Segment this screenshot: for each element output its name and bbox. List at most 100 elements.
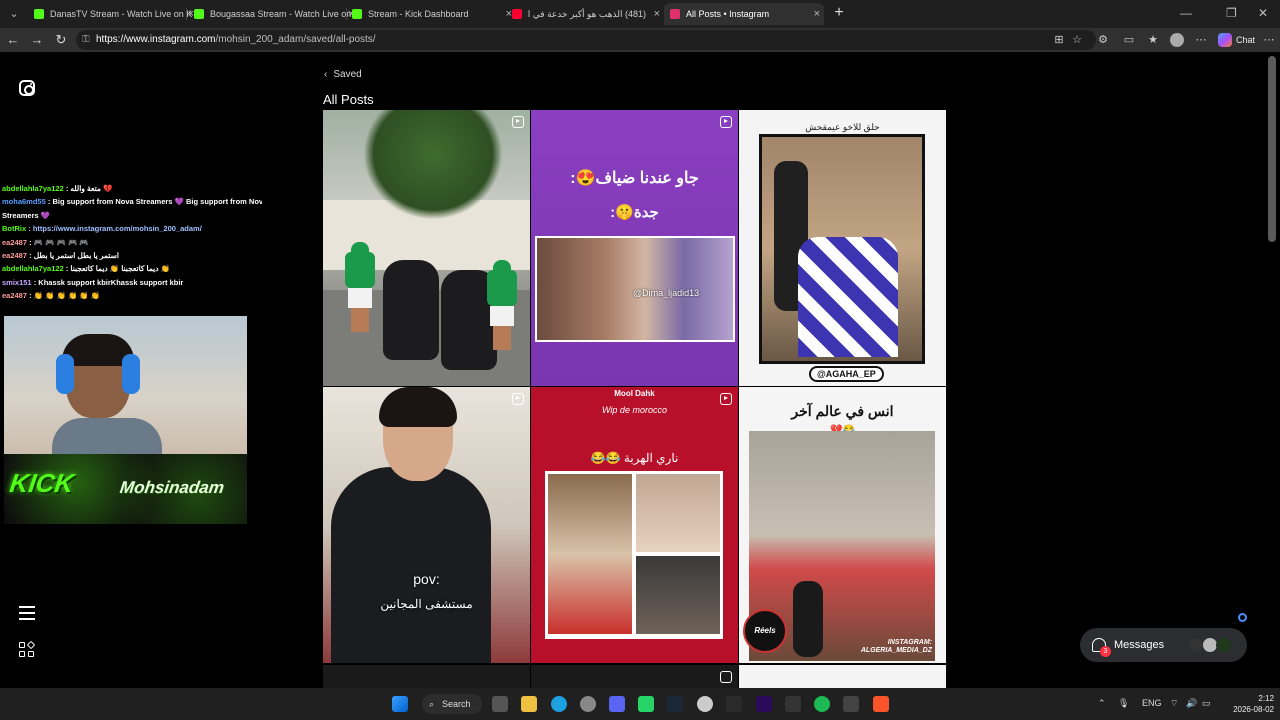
close-icon[interactable]: × bbox=[654, 3, 660, 25]
edge-icon[interactable] bbox=[551, 696, 567, 712]
more-options-icon[interactable]: ⋯ bbox=[1262, 33, 1276, 47]
tray-chevron-icon[interactable]: ⌃ bbox=[1098, 698, 1106, 709]
saved-posts-grid: جاو عندنا ضياف😍: جدة🤫: @Dima_ljadid13 حل… bbox=[323, 110, 947, 689]
kick-logo-text: KICK bbox=[7, 468, 76, 498]
split-screen-icon[interactable]: ▭ bbox=[1122, 33, 1136, 47]
volume-icon[interactable]: 🔊 bbox=[1186, 698, 1197, 709]
saved-post[interactable] bbox=[323, 110, 530, 386]
app-icon[interactable] bbox=[843, 696, 859, 712]
tab-label: (481) الذهب هو أكبر خدعة في التاري bbox=[528, 9, 646, 19]
tab-kick-dashboard[interactable]: Stream - Kick Dashboard × bbox=[346, 3, 516, 25]
forward-arrow-icon[interactable]: → bbox=[29, 32, 45, 48]
app-available-icon[interactable]: ⊞ bbox=[1052, 33, 1066, 47]
microphone-icon[interactable]: 🎙 bbox=[1118, 698, 1129, 709]
copilot-icon bbox=[1218, 33, 1232, 47]
post-handle: @AGAHA_EP bbox=[809, 366, 884, 382]
taskbar-search[interactable]: ⌕ Search bbox=[422, 694, 482, 714]
back-to-saved-link[interactable]: ‹ Saved bbox=[324, 69, 362, 80]
close-window-icon[interactable]: ✕ bbox=[1258, 6, 1268, 20]
chat-message: abdellahla7ya122 : متعة والله 💔 bbox=[2, 184, 113, 193]
task-view-icon[interactable] bbox=[492, 696, 508, 712]
avatar bbox=[1216, 637, 1232, 653]
epic-games-icon[interactable] bbox=[726, 696, 742, 712]
youtube-favicon-icon bbox=[512, 9, 522, 19]
tab-list-chevron-icon[interactable]: ⌄ bbox=[6, 6, 22, 22]
language-indicator[interactable]: ENG bbox=[1142, 698, 1162, 708]
webcam-feed bbox=[4, 316, 247, 454]
reel-icon bbox=[720, 393, 732, 405]
messages-label: Messages bbox=[1114, 639, 1165, 651]
post-brand: Mool Dahk bbox=[614, 389, 655, 398]
copilot-chat-button[interactable]: Chat bbox=[1216, 31, 1255, 49]
discord-icon[interactable] bbox=[609, 696, 625, 712]
wifi-icon[interactable]: ⌔ bbox=[1170, 698, 1178, 709]
favorite-star-icon[interactable]: ☆ bbox=[1070, 33, 1084, 47]
tab-bougassaa[interactable]: Bougassaa Stream - Watch Live on × bbox=[188, 3, 358, 25]
new-tab-button[interactable]: + bbox=[830, 4, 848, 22]
file-explorer-icon[interactable] bbox=[521, 696, 537, 712]
saved-post[interactable]: Mool Dahk Wip de morocco ناري الهربة 😂😂 bbox=[531, 387, 738, 663]
whatsapp-icon[interactable] bbox=[638, 696, 654, 712]
back-arrow-icon[interactable]: ← bbox=[5, 32, 21, 48]
url-host: https://www.instagram.com bbox=[96, 34, 216, 45]
tab-label: DanasTV Stream - Watch Live on K bbox=[50, 9, 193, 19]
close-icon[interactable]: × bbox=[814, 3, 820, 25]
messages-button[interactable]: 3 Messages bbox=[1080, 628, 1247, 662]
chat-message: ea2487 : استمر يا بطل استمر يا بطل bbox=[2, 251, 119, 261]
extensions-icon[interactable]: ⚙ bbox=[1096, 33, 1110, 47]
stream-chat-overlay: abdellahla7ya122 : متعة والله 💔 moha6md5… bbox=[2, 182, 262, 303]
saved-post[interactable] bbox=[531, 665, 738, 689]
saved-post[interactable]: انس في عالم آخر😂💔 Réels INSTAGRAM:ALGERI… bbox=[739, 387, 946, 663]
battery-icon[interactable]: ▭ bbox=[1202, 698, 1211, 709]
chat-message: ea2487 : 🎮 🎮 🎮 🎮 🎮 bbox=[2, 237, 89, 247]
start-button[interactable] bbox=[392, 696, 408, 712]
reload-icon[interactable]: ↻ bbox=[53, 32, 69, 48]
tab-instagram[interactable]: All Posts • Instagram × bbox=[664, 3, 824, 25]
saved-post[interactable]: pov: مستشفى المجانين bbox=[323, 387, 530, 663]
favorites-icon[interactable]: ★ bbox=[1146, 33, 1160, 47]
windows-taskbar: ⌕ Search ⌃ 🎙 ENG ⌔ 🔊 ▭ 2:12 2026-08-02 bbox=[0, 688, 1280, 720]
post-caption: حلق للاخو عيمقحش bbox=[805, 122, 880, 132]
app-icon[interactable] bbox=[580, 696, 596, 712]
app-icon[interactable] bbox=[785, 696, 801, 712]
browser-toolbar: ← → ↻ ⚿ https://www.instagram.com/mohsin… bbox=[0, 28, 1280, 52]
saved-post[interactable]: حلق للاخو عيمقحش @AGAHA_EP bbox=[739, 110, 946, 386]
kick-favicon-icon bbox=[194, 9, 204, 19]
tab-youtube[interactable]: (481) الذهب هو أكبر خدعة في التاري × bbox=[506, 3, 664, 25]
kick-channel-banner: KICK Mohsinadam bbox=[4, 454, 247, 524]
back-label: Saved bbox=[333, 69, 362, 80]
instagram-logo-icon[interactable] bbox=[19, 80, 35, 96]
taskbar-clock[interactable]: 2:12 2026-08-02 bbox=[1222, 693, 1274, 715]
chat-label: Chat bbox=[1236, 35, 1256, 45]
tab-label: All Posts • Instagram bbox=[686, 9, 770, 19]
more-options-icon[interactable]: ⋯ bbox=[1194, 33, 1208, 47]
saved-post[interactable] bbox=[323, 665, 530, 689]
also-from-meta-icon[interactable] bbox=[19, 640, 36, 658]
address-bar[interactable]: ⚿ https://www.instagram.com/mohsin_200_a… bbox=[76, 30, 1096, 50]
post-caption: مستشفى المجانين bbox=[380, 597, 473, 611]
brave-icon[interactable] bbox=[873, 696, 889, 712]
steam-icon[interactable] bbox=[667, 696, 683, 712]
chat-message: smix151 : Khassk support kbirKhassk supp… bbox=[2, 277, 184, 287]
clock-date: 2026-08-02 bbox=[1233, 705, 1274, 714]
chat-message: BotRix : https://www.instagram.com/mohsi… bbox=[2, 224, 202, 234]
post-caption: جاو عندنا ضياف😍: bbox=[570, 170, 699, 187]
notification-dot bbox=[1238, 613, 1247, 622]
page-scrollbar[interactable] bbox=[1268, 56, 1276, 242]
search-label: Search bbox=[442, 699, 471, 709]
app-icon[interactable] bbox=[697, 696, 713, 712]
spotify-icon[interactable] bbox=[814, 696, 830, 712]
site-info-icon[interactable]: ⚿ bbox=[82, 30, 90, 50]
page-title: All Posts bbox=[323, 92, 374, 107]
restore-icon[interactable]: ❐ bbox=[1226, 6, 1237, 20]
chat-message: moha6md55 : Big support from Nova Stream… bbox=[2, 197, 262, 207]
unread-badge: 3 bbox=[1100, 646, 1111, 657]
hamburger-menu-icon[interactable] bbox=[19, 606, 35, 620]
minimize-icon[interactable]: — bbox=[1180, 6, 1192, 20]
post-handle: @Dima_ljadid13 bbox=[633, 288, 700, 298]
profile-avatar[interactable] bbox=[1170, 33, 1184, 47]
premiere-icon[interactable] bbox=[756, 696, 772, 712]
saved-post[interactable] bbox=[739, 665, 946, 689]
tab-danastv[interactable]: DanasTV Stream - Watch Live on K × bbox=[28, 3, 198, 25]
saved-post[interactable]: جاو عندنا ضياف😍: جدة🤫: @Dima_ljadid13 bbox=[531, 110, 738, 386]
